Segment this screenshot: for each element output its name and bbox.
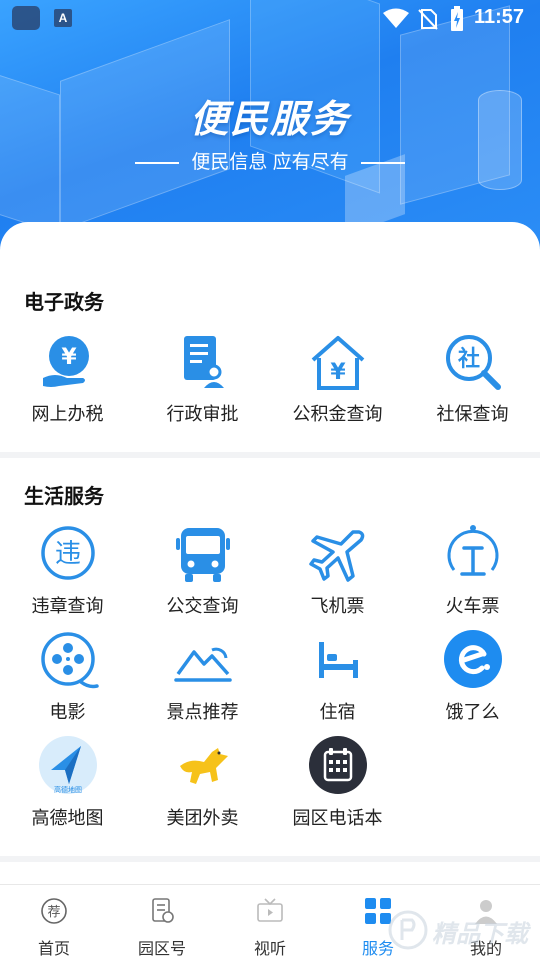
svg-text:¥: ¥ (61, 345, 77, 370)
profile-icon (475, 900, 497, 924)
service-label: 美团外卖 (166, 808, 239, 828)
film-reel-icon (41, 632, 99, 689)
svg-text:¥: ¥ (330, 360, 346, 385)
tab-profile[interactable]: 我的 (432, 885, 540, 960)
service-label: 飞机票 (310, 596, 365, 616)
phonebook-icon (309, 736, 367, 794)
eleme-logo-icon (444, 630, 502, 688)
section-title: 电子政务 (24, 292, 104, 314)
bus-icon (176, 528, 230, 582)
home-recommend-icon: 荐 (41, 898, 67, 924)
service-label: 火车票 (445, 596, 500, 616)
no-sim-icon (418, 9, 438, 30)
violation-glyph: 违 (55, 539, 81, 569)
train-icon (447, 525, 499, 576)
tv-icon (257, 898, 283, 922)
battery-charging-icon (451, 6, 463, 31)
house-fund-icon: ¥ (311, 336, 365, 390)
service-label: 公交查询 (166, 596, 239, 616)
service-label: 网上办税 (31, 404, 104, 424)
amap-logo-icon: 高德地图 (39, 736, 97, 794)
park-account-icon (152, 898, 174, 923)
service-label: 园区电话本 (292, 808, 383, 828)
service-lodging[interactable]: 住宿 (270, 630, 405, 726)
service-label: 公积金查询 (292, 404, 383, 424)
subtitle-text: 便民信息 应有尽有 (191, 152, 349, 173)
service-flight-tickets[interactable]: 飞机票 (270, 524, 405, 620)
page-subtitle: 便民信息 应有尽有 (0, 147, 540, 174)
service-label: 社保查询 (436, 404, 509, 424)
bed-icon (319, 642, 358, 678)
service-label: 电影 (49, 702, 86, 722)
tab-services[interactable]: 服务 (324, 885, 432, 960)
service-label: 高德地图 (31, 808, 104, 828)
service-meituan[interactable]: 美团外卖 (135, 736, 270, 832)
service-violation-query[interactable]: 违 违章查询 (0, 524, 135, 620)
document-approval-icon (184, 336, 224, 388)
airplane-icon (309, 530, 365, 582)
divider (360, 162, 405, 164)
divider (135, 162, 180, 164)
violation-icon: 违 (41, 526, 95, 580)
service-label: 行政审批 (166, 404, 239, 424)
gov-services-card: 电子政务 ¥ 网上办税 行政审批 ¥ 公积金查询 社 社保查询 (0, 222, 540, 452)
tab-label: 我的 (469, 941, 502, 958)
service-amap[interactable]: 高德地图 高德地图 (0, 736, 135, 832)
service-label: 景点推荐 (166, 702, 239, 722)
life-services-card: 生活服务 违 违章查询 公交查询 飞机票 火车票 电影 景点推荐 住宿 饿了么 … (0, 458, 540, 856)
service-label: 住宿 (319, 702, 356, 722)
service-social-security[interactable]: 社 社保查询 (405, 332, 540, 428)
service-label: 饿了么 (445, 702, 500, 722)
notification-a-icon: A (54, 9, 72, 27)
tab-label: 首页 (37, 941, 70, 958)
meituan-kangaroo-icon (180, 748, 228, 784)
service-online-tax[interactable]: ¥ 网上办税 (0, 332, 135, 428)
social-security-search-icon: 社 (446, 335, 501, 390)
service-attractions[interactable]: 景点推荐 (135, 630, 270, 726)
tab-park-account[interactable]: 园区号 (108, 885, 216, 960)
tax-coin-icon: ¥ (43, 336, 89, 387)
page-title: 便民服务 (189, 99, 350, 141)
tab-label: 视听 (253, 941, 286, 958)
service-grid-icon (365, 898, 391, 924)
tab-media[interactable]: 视听 (216, 885, 324, 960)
mountain-icon (174, 647, 232, 682)
service-eleme[interactable]: 饿了么 (405, 630, 540, 726)
social-glyph: 社 (458, 346, 480, 372)
service-bus-query[interactable]: 公交查询 (135, 524, 270, 620)
tab-label: 园区号 (137, 941, 186, 958)
service-movies[interactable]: 电影 (0, 630, 135, 726)
status-bar: A 11:57 (0, 0, 540, 36)
service-label: 违章查询 (31, 596, 104, 616)
service-admin-approval[interactable]: 行政审批 (135, 332, 270, 428)
tab-home[interactable]: 荐 首页 (0, 885, 108, 960)
wifi-icon (383, 8, 409, 28)
section-title: 生活服务 (24, 486, 104, 508)
home-glyph: 荐 (47, 905, 60, 920)
status-time: 11:57 (474, 6, 525, 28)
service-train-tickets[interactable]: 火车票 (405, 524, 540, 620)
tab-label: 服务 (361, 941, 394, 958)
service-housing-fund[interactable]: ¥ 公积金查询 (270, 332, 405, 428)
notification-app-icon (12, 6, 40, 30)
service-phonebook[interactable]: 园区电话本 (270, 736, 405, 832)
header-banner: A 11:57 便民服务 便民信息 应有尽有 (0, 0, 540, 250)
bottom-nav: 荐 首页 园区号 视听 服务 我的 (0, 884, 540, 960)
amap-logo-text: 高德地图 (54, 785, 82, 794)
